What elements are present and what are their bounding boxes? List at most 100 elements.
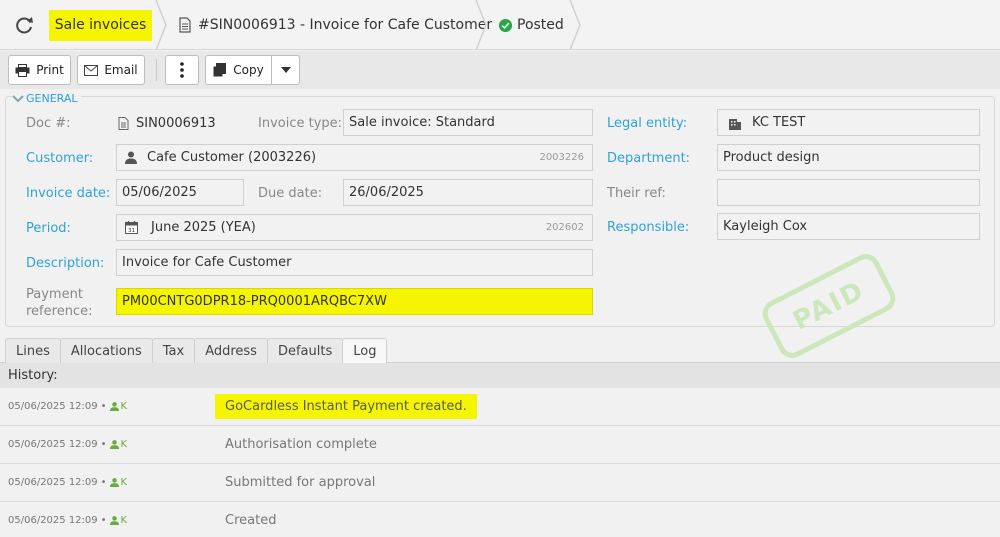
copy-icon <box>213 63 227 77</box>
period-field[interactable]: 31 June 2025 (YEA) 202602 <box>116 214 593 241</box>
responsible-value: Kayleigh Cox <box>723 219 808 234</box>
tab-tax[interactable]: Tax <box>151 338 196 363</box>
history-bullet: • <box>100 477 107 488</box>
responsible-label[interactable]: Responsible: <box>607 220 689 235</box>
doc-number-value: SIN0006913 <box>118 116 216 131</box>
copy-button[interactable]: Copy <box>205 55 272 85</box>
tab-address[interactable]: Address <box>194 338 268 363</box>
their-ref-label: Their ref: <box>607 186 666 201</box>
breadcrumb-bar: Sale invoices #SIN0006913 - Invoice for … <box>0 0 1000 50</box>
legal-entity-field[interactable]: KC TEST <box>717 109 980 136</box>
history-message: Created <box>225 513 277 528</box>
user-icon <box>109 402 119 411</box>
department-field[interactable]: Product design <box>717 144 980 171</box>
invoice-type-value: Sale invoice: Standard <box>349 115 495 130</box>
status-label: Posted <box>517 17 564 33</box>
svg-text:31: 31 <box>128 228 135 234</box>
breadcrumb-separator <box>155 0 167 50</box>
toolbar: Print Email Copy <box>0 51 1000 89</box>
history-bullet: • <box>100 515 107 526</box>
toolbar-divider <box>156 59 157 81</box>
tab-log[interactable]: Log <box>342 338 388 364</box>
history-time: 05/06/2025 12:09 <box>8 401 98 412</box>
breadcrumb-document[interactable]: #SIN0006913 - Invoice for Cafe Customer <box>178 0 492 50</box>
print-label: Print <box>36 63 64 77</box>
doc-number-label: Doc #: <box>26 116 71 131</box>
tab-allocations[interactable]: Allocations <box>59 338 153 363</box>
invoice-date-label[interactable]: Invoice date: <box>26 186 110 201</box>
copy-label: Copy <box>233 63 264 77</box>
history-message: Submitted for approval <box>225 475 376 490</box>
history-bullet: • <box>100 439 107 450</box>
period-code: 202602 <box>545 222 584 233</box>
history-meta: 05/06/2025 12:09 • K <box>8 477 127 488</box>
invoice-date-field[interactable]: 05/06/2025 <box>116 179 244 206</box>
period-label[interactable]: Period: <box>26 221 71 236</box>
description-value: Invoice for Cafe Customer <box>122 255 292 270</box>
email-button[interactable]: Email <box>77 55 145 85</box>
history-meta: 05/06/2025 12:09 • K <box>8 515 127 526</box>
invoice-type-field[interactable]: Sale invoice: Standard <box>343 109 593 136</box>
history-user: K <box>109 477 128 488</box>
due-date-label: Due date: <box>258 186 323 201</box>
payment-reference-label-line1: Payment <box>26 287 83 302</box>
history-row: 05/06/2025 12:09 • K Submitted for appro… <box>0 464 1000 502</box>
history-user-name: K <box>120 401 128 412</box>
more-options-button[interactable] <box>165 55 199 85</box>
history-bullet: • <box>100 401 107 412</box>
print-button[interactable]: Print <box>8 55 71 85</box>
tab-strip: Lines Allocations Tax Address Defaults L… <box>5 338 388 364</box>
customer-field[interactable]: Cafe Customer (2003226) 2003226 <box>116 144 593 171</box>
refresh-icon[interactable] <box>12 13 36 37</box>
history-user: K <box>109 439 127 450</box>
general-legend: GENERAL <box>26 92 78 105</box>
department-value: Product design <box>723 150 820 165</box>
document-icon <box>118 117 129 130</box>
their-ref-field[interactable] <box>717 179 980 206</box>
history-user-name: K <box>120 477 128 488</box>
history-time: 05/06/2025 12:09 <box>8 439 98 450</box>
breadcrumb-sale-invoices[interactable]: Sale invoices <box>49 10 152 41</box>
customer-label[interactable]: Customer: <box>26 151 93 166</box>
payment-reference-label: Payment reference: <box>26 286 92 320</box>
period-value: June 2025 (YEA) <box>151 220 256 235</box>
history-user: K <box>109 401 128 412</box>
history-message: Authorisation complete <box>225 437 377 452</box>
user-icon <box>109 516 119 525</box>
payment-reference-label-line2: reference: <box>26 304 93 319</box>
history-meta: 05/06/2025 12:09 • K <box>8 401 127 412</box>
general-section-toggle[interactable]: GENERAL <box>12 92 81 105</box>
invoice-type-label: Invoice type: <box>258 116 343 131</box>
history-row: 05/06/2025 12:09 • K Authorisation compl… <box>0 426 1000 464</box>
user-icon <box>125 151 137 164</box>
payment-reference-value: PM00CNTG0DPR18-PRQ0001ARQBC7XW <box>122 294 387 309</box>
copy-dropdown-button[interactable] <box>271 55 300 85</box>
due-date-value: 26/06/2025 <box>349 185 424 200</box>
payment-reference-field[interactable]: PM00CNTG0DPR18-PRQ0001ARQBC7XW <box>116 288 593 315</box>
history-message: GoCardless Instant Payment created. <box>215 394 477 419</box>
history-row: 05/06/2025 12:09 • K Created <box>0 502 1000 537</box>
responsible-field[interactable]: Kayleigh Cox <box>717 213 980 240</box>
description-field[interactable]: Invoice for Cafe Customer <box>116 249 593 276</box>
due-date-field[interactable]: 26/06/2025 <box>343 179 593 206</box>
customer-code: 2003226 <box>539 152 584 163</box>
doc-number-text: SIN0006913 <box>136 116 216 131</box>
printer-icon <box>15 63 30 77</box>
history-row: 05/06/2025 12:09 • K GoCardless Instant … <box>0 388 1000 426</box>
description-label[interactable]: Description: <box>26 256 104 271</box>
check-circle-icon <box>498 18 513 32</box>
history-user: K <box>109 515 127 526</box>
kebab-menu-icon <box>180 62 184 78</box>
customer-value: Cafe Customer (2003226) <box>147 150 317 165</box>
history-time: 05/06/2025 12:09 <box>8 477 98 488</box>
email-label: Email <box>104 63 138 77</box>
history-meta: 05/06/2025 12:09 • K <box>8 439 127 450</box>
caret-down-icon <box>280 67 291 73</box>
tab-defaults[interactable]: Defaults <box>266 338 344 363</box>
tab-lines[interactable]: Lines <box>5 338 61 363</box>
legal-entity-label[interactable]: Legal entity: <box>607 116 687 131</box>
department-label[interactable]: Department: <box>607 151 690 166</box>
envelope-icon <box>84 64 99 76</box>
building-icon <box>729 118 741 130</box>
legal-entity-value: KC TEST <box>752 115 806 130</box>
